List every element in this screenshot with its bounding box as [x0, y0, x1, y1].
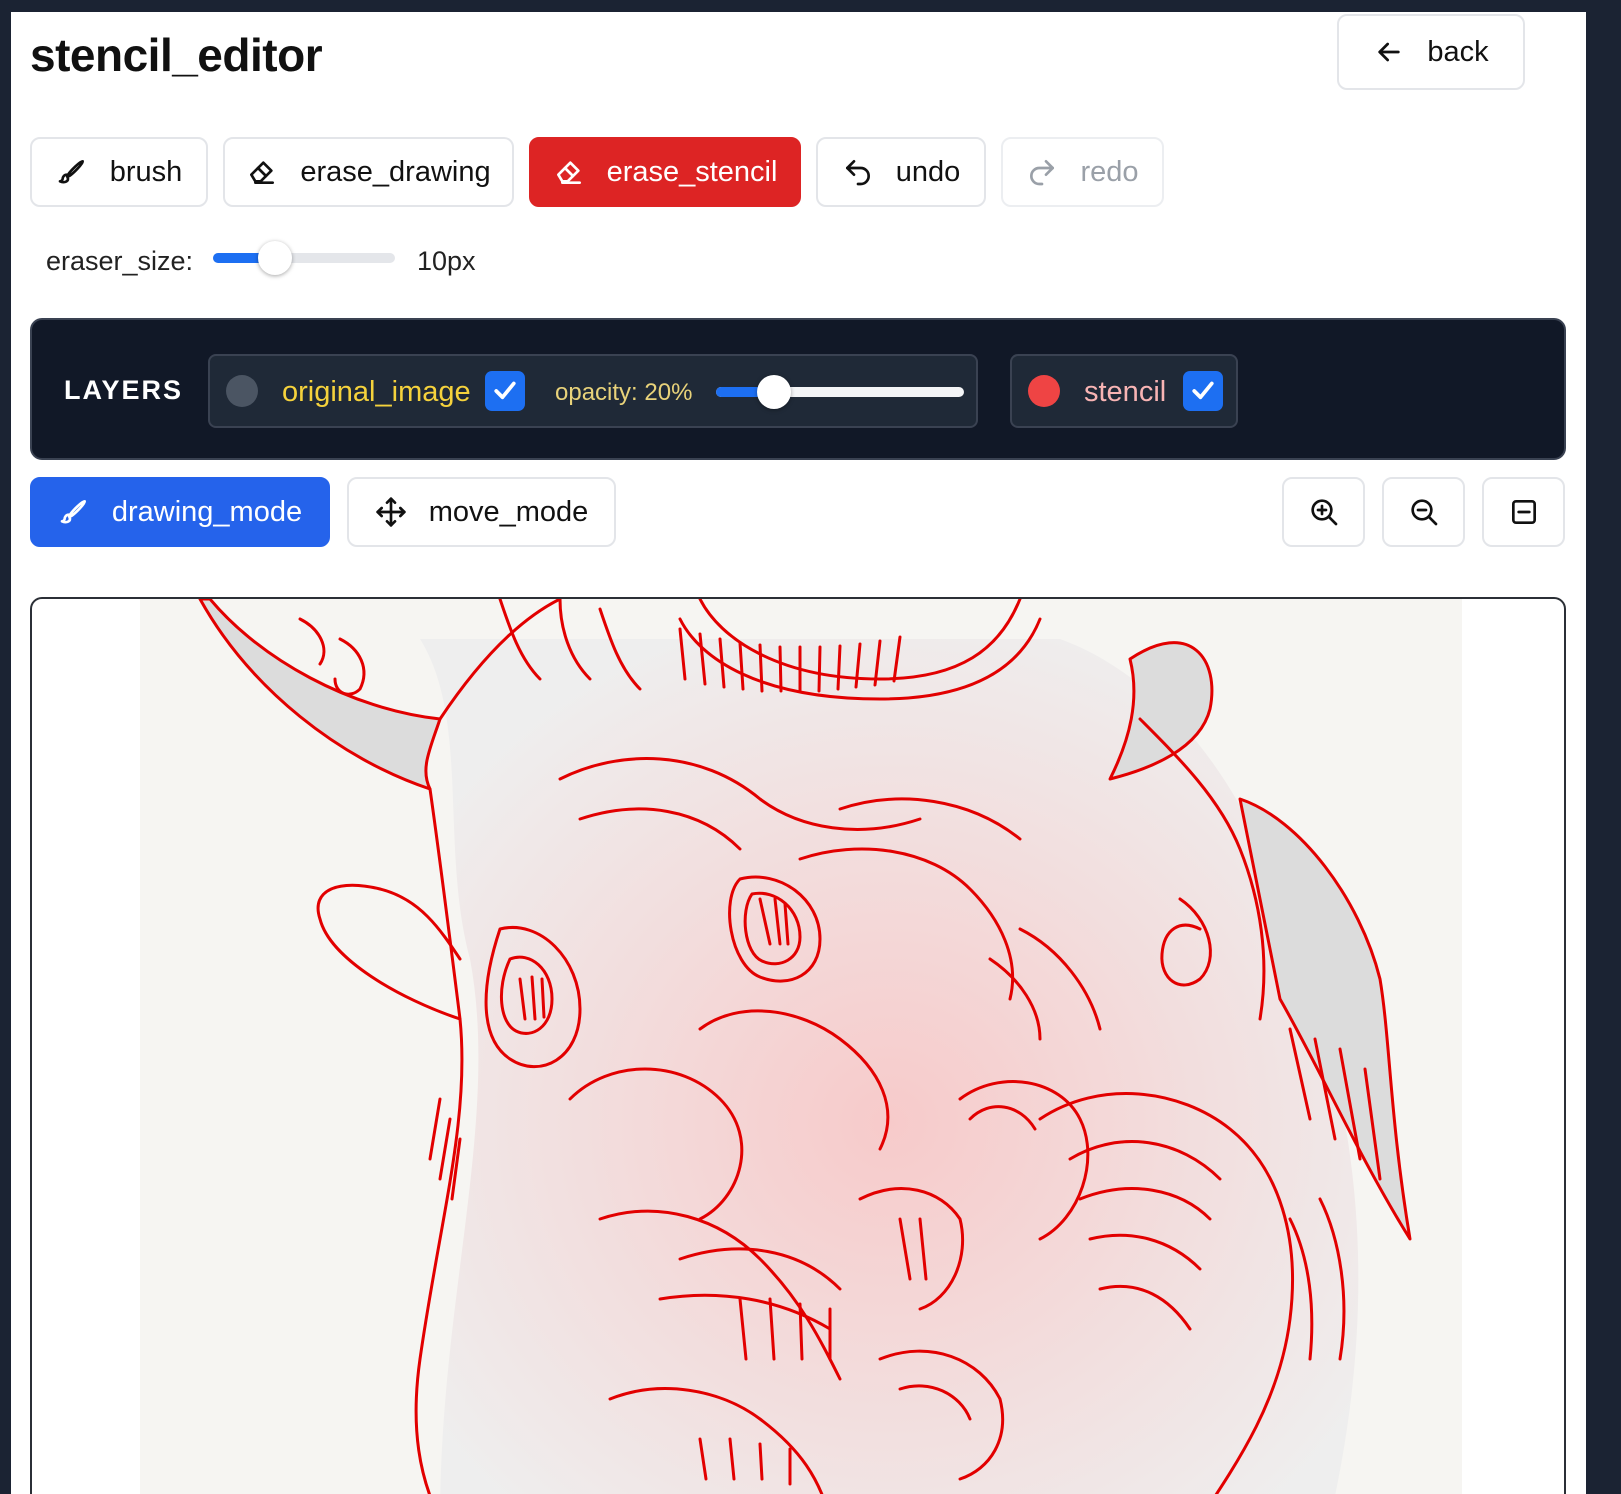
erase-stencil-label: erase_stencil	[606, 155, 778, 188]
stencil-artwork	[140, 599, 1462, 1494]
fit-to-screen-button[interactable]	[1482, 477, 1565, 547]
zoom-in-button[interactable]	[1282, 477, 1365, 547]
erase-drawing-button[interactable]: erase_drawing	[223, 137, 514, 207]
layer-visibility-checkbox[interactable]	[485, 371, 525, 411]
redo-button[interactable]: redo	[1001, 137, 1164, 207]
undo-label: undo	[895, 155, 961, 188]
redo-label: redo	[1080, 155, 1139, 188]
undo-icon	[845, 160, 870, 186]
layers-title: LAYERS	[64, 375, 184, 405]
eraser-size-label: eraser_size:	[46, 246, 194, 276]
drawing-mode-label: drawing_mode	[111, 495, 303, 528]
zoom-out-button[interactable]	[1382, 477, 1465, 547]
fit-to-screen-icon	[1511, 500, 1536, 524]
eraser-size-slider[interactable]	[213, 241, 395, 275]
page-title: stencil_editor	[30, 29, 323, 81]
opacity-slider[interactable]	[716, 375, 964, 409]
brush-button[interactable]: brush	[30, 137, 208, 207]
zoom-out-icon	[1410, 499, 1437, 526]
drawing-canvas[interactable]	[30, 597, 1566, 1494]
brush-label: brush	[109, 155, 183, 188]
layer-stencil: stencil	[1010, 354, 1238, 428]
eraser-size-thumb[interactable]	[258, 241, 292, 275]
layer-name: stencil	[1084, 376, 1167, 408]
layer-name: original_image	[282, 376, 471, 408]
move-mode-label: move_mode	[428, 495, 589, 528]
erase-drawing-label: erase_drawing	[300, 155, 491, 188]
arrow-left-icon	[1378, 42, 1401, 62]
layers-panel: LAYERS original_image opacity: 20% stenc…	[30, 318, 1566, 460]
opacity-thumb[interactable]	[757, 375, 791, 409]
redo-icon	[1030, 160, 1055, 186]
stencil-editor-panel: stencil_editor back brush erase_drawing …	[11, 12, 1586, 1494]
checkmark-icon	[494, 381, 516, 400]
layer-color-dot	[1028, 375, 1060, 407]
checkmark-icon	[1192, 381, 1214, 400]
layer-original-image: original_image opacity: 20%	[208, 354, 978, 428]
erase-stencil-button[interactable]: erase_stencil	[529, 137, 801, 207]
opacity-label: opacity: 20%	[555, 379, 693, 406]
brush-icon	[60, 500, 86, 524]
back-label: back	[1427, 35, 1489, 68]
eraser-icon	[556, 161, 581, 184]
zoom-in-icon	[1310, 499, 1337, 526]
back-button[interactable]: back	[1337, 14, 1525, 90]
move-mode-button[interactable]: move_mode	[347, 477, 616, 547]
eraser-icon	[250, 161, 275, 184]
undo-button[interactable]: undo	[816, 137, 986, 207]
drawing-mode-button[interactable]: drawing_mode	[30, 477, 330, 547]
layer-color-dot	[226, 375, 258, 407]
eraser-size-value: 10px	[417, 246, 476, 276]
brush-icon	[58, 160, 84, 184]
move-icon	[376, 497, 406, 527]
layer-visibility-checkbox[interactable]	[1183, 371, 1223, 411]
